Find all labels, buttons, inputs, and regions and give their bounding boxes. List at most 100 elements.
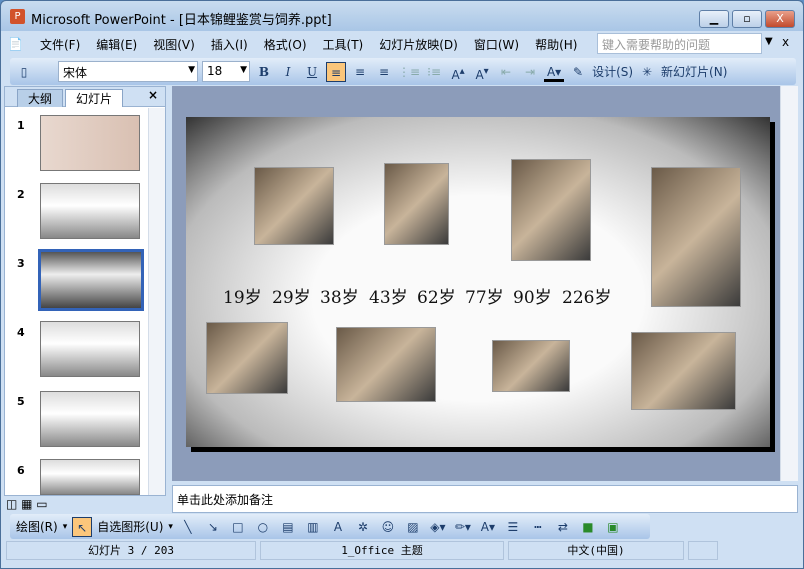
- slide-thumbnail[interactable]: [40, 321, 140, 377]
- status-slide: 幻灯片 3 / 203: [6, 541, 256, 560]
- menu-insert[interactable]: 插入(I): [203, 36, 256, 53]
- vertical-textbox-icon[interactable]: ▥: [303, 517, 323, 537]
- align-center-icon[interactable]: ≡: [350, 62, 370, 82]
- shrink-font-icon[interactable]: A▾: [472, 62, 492, 82]
- menu-tools[interactable]: 工具(T): [315, 36, 372, 53]
- photo: [336, 327, 436, 402]
- grow-font-icon[interactable]: A▴: [448, 62, 468, 82]
- view-buttons[interactable]: ◫ ▦ ▭: [6, 497, 48, 511]
- menu-view[interactable]: 视图(V): [145, 36, 203, 53]
- italic-button[interactable]: I: [278, 62, 298, 82]
- clipart-icon[interactable]: ☺: [378, 517, 398, 537]
- slide-number: 3: [17, 257, 25, 270]
- menu-help[interactable]: 帮助(H): [527, 36, 585, 53]
- menu-edit[interactable]: 编辑(E): [88, 36, 145, 53]
- menu-window[interactable]: 窗口(W): [466, 36, 527, 53]
- diagram-icon[interactable]: ✲: [353, 517, 373, 537]
- wordart-icon[interactable]: A: [328, 517, 348, 537]
- slide-number: 6: [17, 464, 25, 477]
- editor-scrollbar[interactable]: [780, 86, 798, 481]
- new-slide-icon[interactable]: ✳: [637, 62, 657, 82]
- slide-thumbnail[interactable]: [40, 115, 140, 171]
- numbered-list-icon[interactable]: ⋮≡: [398, 62, 420, 82]
- new-slide-button[interactable]: 新幻灯片(N): [661, 62, 727, 82]
- menu-format[interactable]: 格式(O): [256, 36, 315, 53]
- photo: [384, 163, 449, 245]
- status-theme: 1_Office 主题: [260, 541, 504, 560]
- align-left-icon[interactable]: ≡: [326, 61, 346, 82]
- notes-input[interactable]: 单击此处添加备注: [172, 485, 798, 513]
- status-language: 中文(中国): [508, 541, 684, 560]
- bullet-list-icon[interactable]: ⁝≡: [424, 62, 444, 82]
- fill-color-icon[interactable]: ◈▾: [428, 517, 448, 537]
- slide-thumbnail-current[interactable]: [38, 249, 144, 311]
- formatting-toolbar: ▯ 宋体 18 B I U ≡ ≡ ≡ ⋮≡ ⁝≡ A▴ A▾ ⇤ ⇥ A▾ ✎…: [10, 58, 796, 85]
- draw-menu[interactable]: 绘图(R): [16, 518, 58, 535]
- dash-style-icon[interactable]: ┅: [528, 517, 548, 537]
- status-bar: 幻灯片 3 / 203 1_Office 主题 中文(中国): [0, 540, 804, 562]
- title-bar: P Microsoft PowerPoint - [日本锦鲤鉴赏与饲养.ppt]…: [0, 0, 804, 31]
- panel-scrollbar[interactable]: [148, 108, 165, 495]
- rectangle-icon[interactable]: □: [228, 517, 248, 537]
- panel-tabs: 大纲 幻灯片 ×: [5, 87, 165, 107]
- powerpoint-icon[interactable]: P: [10, 9, 25, 24]
- help-search-input[interactable]: 键入需要帮助的问题: [597, 33, 762, 54]
- photo: [631, 332, 736, 410]
- photo: [206, 322, 288, 394]
- menu-file[interactable]: 文件(F): [32, 36, 88, 53]
- status-empty: [688, 541, 718, 560]
- increase-indent-icon[interactable]: ⇥: [520, 62, 540, 82]
- tab-outline[interactable]: 大纲: [17, 89, 64, 107]
- help-dropdown-icon[interactable]: ▼: [765, 36, 773, 47]
- age-label: 226岁: [562, 288, 612, 308]
- slide-number: 5: [17, 395, 25, 408]
- bold-button[interactable]: B: [254, 62, 274, 82]
- font-color-icon[interactable]: A▾: [478, 517, 498, 537]
- textbox-icon[interactable]: ▤: [278, 517, 298, 537]
- font-size-select[interactable]: 18: [202, 61, 250, 82]
- line-color-icon[interactable]: ✏▾: [453, 517, 473, 537]
- slide-number: 1: [17, 119, 25, 132]
- slide-thumbnail[interactable]: [40, 459, 140, 495]
- window-title: Microsoft PowerPoint - [日本锦鲤鉴赏与饲养.ppt]: [31, 13, 332, 28]
- age-label: 90岁: [513, 288, 552, 308]
- slide-canvas[interactable]: 19岁 29岁 38岁 43岁 62岁 77岁 90岁 226岁: [186, 117, 770, 447]
- picture-icon[interactable]: ▨: [403, 517, 423, 537]
- slide-thumbnail[interactable]: [40, 183, 140, 239]
- autoshapes-menu[interactable]: 自选图形(U): [97, 518, 163, 535]
- new-document-icon[interactable]: ▯: [14, 62, 34, 82]
- decrease-indent-icon[interactable]: ⇤: [496, 62, 516, 82]
- design-button[interactable]: 设计(S): [592, 62, 633, 82]
- photo: [254, 167, 334, 245]
- arrow-style-icon[interactable]: ⇄: [553, 517, 573, 537]
- tab-slides[interactable]: 幻灯片: [65, 89, 124, 107]
- line-style-icon[interactable]: ☰: [503, 517, 523, 537]
- slide-number: 2: [17, 188, 25, 201]
- close-button[interactable]: X: [765, 10, 795, 28]
- slides-panel: 大纲 幻灯片 × 1 2 3 4 5 6: [4, 86, 166, 496]
- 3d-icon[interactable]: ▣: [603, 517, 623, 537]
- arrow-icon[interactable]: ↘: [203, 517, 223, 537]
- menu-slideshow[interactable]: 幻灯片放映(D): [371, 36, 466, 53]
- shadow-icon[interactable]: ■: [578, 517, 598, 537]
- align-right-icon[interactable]: ≡: [374, 62, 394, 82]
- oval-icon[interactable]: ○: [253, 517, 273, 537]
- panel-close-icon[interactable]: ×: [148, 88, 158, 102]
- age-label: 77岁: [465, 288, 504, 308]
- slide-number: 4: [17, 326, 25, 339]
- drawing-toolbar: 绘图(R) ▾ ↖ 自选图形(U) ▾ ╲ ↘ □ ○ ▤ ▥ A ✲ ☺ ▨ ◈▾…: [10, 514, 650, 539]
- age-label: 62岁: [417, 288, 456, 308]
- maximize-button[interactable]: ▫: [732, 10, 762, 28]
- select-pointer-icon[interactable]: ↖: [72, 516, 93, 537]
- photo: [511, 159, 591, 261]
- slide-thumbnail[interactable]: [40, 391, 140, 447]
- document-menu-icon[interactable]: 📄: [8, 37, 32, 51]
- minimize-button[interactable]: ▁: [699, 10, 729, 28]
- close-document-icon[interactable]: x: [782, 35, 789, 49]
- underline-button[interactable]: U: [302, 62, 322, 82]
- font-color-icon[interactable]: A▾: [544, 62, 565, 82]
- line-icon[interactable]: ╲: [178, 517, 198, 537]
- age-label: 43岁: [369, 288, 408, 308]
- design-icon[interactable]: ✎: [568, 62, 588, 82]
- font-select[interactable]: 宋体: [58, 61, 198, 82]
